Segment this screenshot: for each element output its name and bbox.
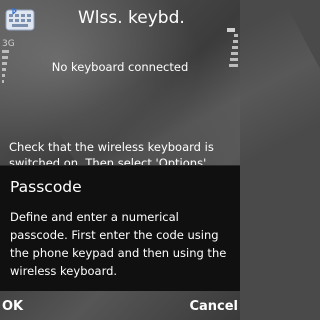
connection-status: No keyboard connected — [51, 60, 189, 74]
app-title: Wlss. keybd. — [78, 8, 185, 28]
network-indicator: 3G — [2, 39, 15, 49]
instruction-line-1: Check that the wireless keyboard is — [9, 140, 214, 154]
passcode-dialog: Passcode Define and enter a numerical pa… — [0, 165, 240, 291]
ok-softkey[interactable]: OK — [2, 299, 23, 314]
cancel-softkey[interactable]: Cancel — [189, 299, 238, 314]
wireless-keyboard-icon — [4, 6, 36, 34]
dialog-body: Define and enter a numerical passcode. F… — [10, 210, 227, 278]
softkey-bar: OK Cancel — [0, 290, 240, 320]
battery-icon — [227, 28, 238, 67]
dialog-title: Passcode — [10, 178, 82, 196]
